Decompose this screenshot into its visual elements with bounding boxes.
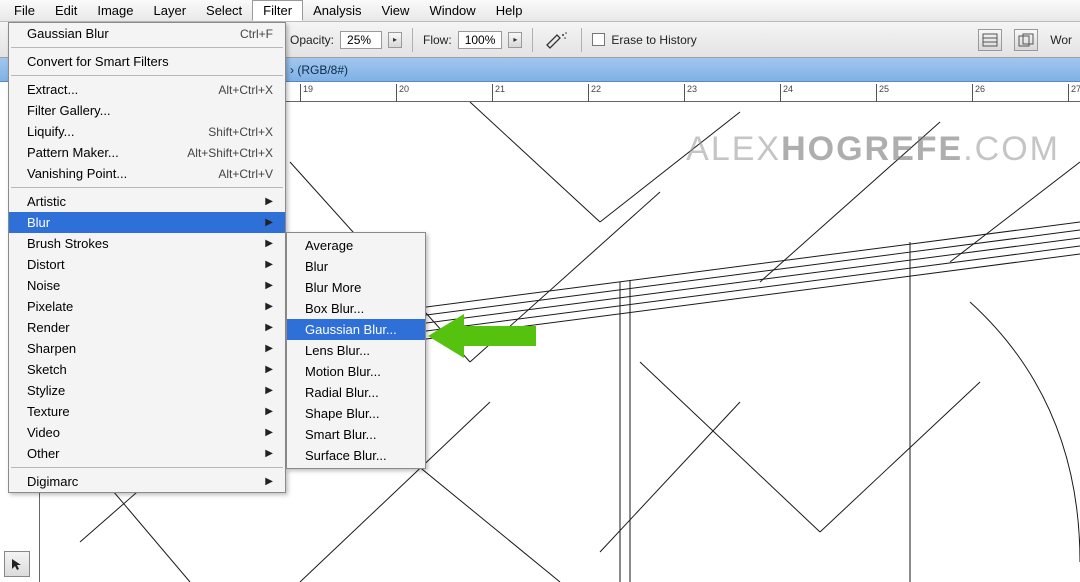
menu-separator xyxy=(11,75,283,76)
menu-filter[interactable]: Filter xyxy=(252,0,303,21)
filter-item-pixelate[interactable]: Pixelate▶ xyxy=(9,296,285,317)
ruler-tick: 21 xyxy=(492,84,505,102)
opacity-label: Opacity: xyxy=(290,33,334,47)
erase-history-checkbox[interactable] xyxy=(592,33,605,46)
menu-image[interactable]: Image xyxy=(87,1,143,20)
annotation-arrow xyxy=(428,310,538,362)
filter-item-artistic[interactable]: Artistic▶ xyxy=(9,191,285,212)
filter-item-brush-strokes[interactable]: Brush Strokes▶ xyxy=(9,233,285,254)
ruler-tick: 24 xyxy=(780,84,793,102)
filter-recent[interactable]: Gaussian Blur Ctrl+F xyxy=(9,23,285,44)
filter-item-distort[interactable]: Distort▶ xyxy=(9,254,285,275)
menu-view[interactable]: View xyxy=(371,1,419,20)
filter-item-blur[interactable]: Blur▶ xyxy=(9,212,285,233)
blur-item-lens-blur[interactable]: Lens Blur... xyxy=(287,340,425,361)
ruler-tick: 22 xyxy=(588,84,601,102)
filter-menu: Gaussian Blur Ctrl+F Convert for Smart F… xyxy=(8,22,286,493)
filter-item-texture[interactable]: Texture▶ xyxy=(9,401,285,422)
airbrush-icon[interactable] xyxy=(543,30,571,50)
ruler-tick: 20 xyxy=(396,84,409,102)
blur-item-box-blur[interactable]: Box Blur... xyxy=(287,298,425,319)
menu-layer[interactable]: Layer xyxy=(144,1,197,20)
menu-separator xyxy=(11,47,283,48)
menu-separator xyxy=(11,187,283,188)
document-tab[interactable]: › (RGB/8#) xyxy=(290,63,348,77)
menu-help[interactable]: Help xyxy=(486,1,533,20)
erase-history-label: Erase to History xyxy=(611,33,696,47)
menu-analysis[interactable]: Analysis xyxy=(303,1,371,20)
blur-item-motion-blur[interactable]: Motion Blur... xyxy=(287,361,425,382)
palette-icon[interactable] xyxy=(978,29,1002,51)
filter-convert-smart[interactable]: Convert for Smart Filters xyxy=(9,51,285,72)
ruler-tick: 26 xyxy=(972,84,985,102)
menu-select[interactable]: Select xyxy=(196,1,252,20)
filter-item-other[interactable]: Other▶ xyxy=(9,443,285,464)
blur-item-blur-more[interactable]: Blur More xyxy=(287,277,425,298)
divider xyxy=(581,28,582,52)
filter-item-digimarc[interactable]: Digimarc▶ xyxy=(9,471,285,492)
flow-stepper[interactable]: ▸ xyxy=(508,32,522,48)
menu-bar: FileEditImageLayerSelectFilterAnalysisVi… xyxy=(0,0,1080,22)
blur-item-gaussian-blur[interactable]: Gaussian Blur... xyxy=(287,319,425,340)
flow-field[interactable]: 100% xyxy=(458,31,503,49)
blur-submenu: AverageBlurBlur MoreBox Blur...Gaussian … xyxy=(286,232,426,469)
flow-label: Flow: xyxy=(423,33,452,47)
ruler-tick: 23 xyxy=(684,84,697,102)
opacity-stepper[interactable]: ▸ xyxy=(388,32,402,48)
filter-item[interactable]: Extract...Alt+Ctrl+X xyxy=(9,79,285,100)
workspace-label[interactable]: Wor xyxy=(1050,33,1072,47)
filter-item-sharpen[interactable]: Sharpen▶ xyxy=(9,338,285,359)
filter-item[interactable]: Filter Gallery... xyxy=(9,100,285,121)
menu-window[interactable]: Window xyxy=(419,1,485,20)
filter-item-render[interactable]: Render▶ xyxy=(9,317,285,338)
blur-item-average[interactable]: Average xyxy=(287,235,425,256)
menu-separator xyxy=(11,467,283,468)
tool-strip xyxy=(0,550,40,578)
divider xyxy=(532,28,533,52)
workspace-icon[interactable] xyxy=(1014,29,1038,51)
opacity-field[interactable]: 25% xyxy=(340,31,382,49)
watermark: ALEXHOGREFE.COM xyxy=(686,130,1060,169)
blur-item-blur[interactable]: Blur xyxy=(287,256,425,277)
filter-item[interactable]: Pattern Maker...Alt+Shift+Ctrl+X xyxy=(9,142,285,163)
filter-item[interactable]: Liquify...Shift+Ctrl+X xyxy=(9,121,285,142)
divider xyxy=(412,28,413,52)
blur-item-shape-blur[interactable]: Shape Blur... xyxy=(287,403,425,424)
filter-item[interactable]: Vanishing Point...Alt+Ctrl+V xyxy=(9,163,285,184)
blur-item-radial-blur[interactable]: Radial Blur... xyxy=(287,382,425,403)
menu-edit[interactable]: Edit xyxy=(45,1,87,20)
ruler-tick: 27 xyxy=(1068,84,1080,102)
blur-item-surface-blur[interactable]: Surface Blur... xyxy=(287,445,425,466)
filter-item-noise[interactable]: Noise▶ xyxy=(9,275,285,296)
ruler-tick: 25 xyxy=(876,84,889,102)
blur-item-smart-blur[interactable]: Smart Blur... xyxy=(287,424,425,445)
filter-item-video[interactable]: Video▶ xyxy=(9,422,285,443)
filter-item-sketch[interactable]: Sketch▶ xyxy=(9,359,285,380)
move-tool-icon[interactable] xyxy=(4,551,30,577)
filter-item-stylize[interactable]: Stylize▶ xyxy=(9,380,285,401)
menu-file[interactable]: File xyxy=(4,1,45,20)
ruler-tick: 19 xyxy=(300,84,313,102)
